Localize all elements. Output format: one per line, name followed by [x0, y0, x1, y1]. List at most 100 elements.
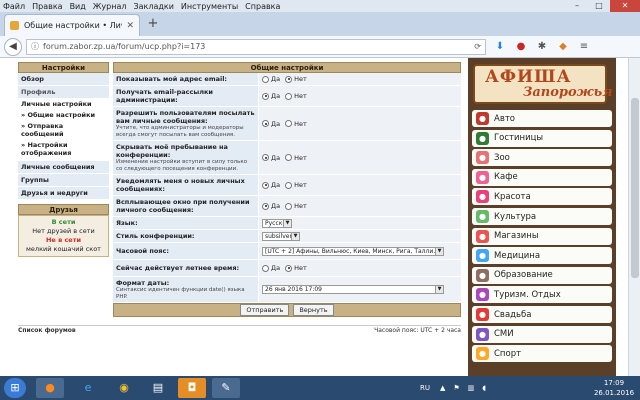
dst-yes-radio[interactable]: [262, 264, 269, 272]
heart-icon: ●: [476, 308, 489, 321]
radio-yes[interactable]: [262, 92, 269, 100]
menu-tools[interactable]: Инструменты: [181, 2, 238, 11]
reset-button[interactable]: Вернуть: [293, 304, 334, 316]
radio-no[interactable]: [285, 154, 293, 161]
date-format-label: Формат даты: Синтаксис идентичен функции …: [113, 277, 259, 302]
close-window-button[interactable]: ✕: [610, 0, 640, 12]
category-item[interactable]: ● Культура: [472, 208, 612, 225]
dst-no-radio[interactable]: [285, 264, 293, 272]
category-item[interactable]: ● Свадьба: [472, 306, 612, 323]
dst-label: Сейчас действует летнее время:: [113, 260, 259, 276]
setting-row: Уведомлять меня о новых личных сообщения…: [113, 175, 461, 196]
style-select[interactable]: subsilver2 ▼: [262, 231, 300, 241]
forum-index-link[interactable]: Список форумов: [18, 327, 76, 334]
style-row: Стиль конференции: subsilver2 ▼: [113, 230, 461, 243]
chrome-taskbar-icon[interactable]: ◉: [110, 378, 138, 398]
forum-footer: Список форумов Часовой пояс: UTC + 2 час…: [18, 325, 461, 334]
radio-no[interactable]: [285, 120, 293, 127]
scrollbar[interactable]: [628, 58, 640, 376]
back-button[interactable]: ◀: [4, 37, 22, 56]
category-item[interactable]: ● Магазины: [472, 227, 612, 245]
category-item[interactable]: ● Кафе: [472, 168, 612, 186]
category-item[interactable]: ● Зоо: [472, 149, 612, 167]
radio-yes[interactable]: [262, 202, 269, 210]
volume-icon[interactable]: ◖: [482, 384, 486, 392]
reload-icon[interactable]: ⟳: [474, 42, 481, 51]
sidebar-subitem-general[interactable]: » Общие настройки: [18, 110, 109, 121]
offline-friend-link[interactable]: мелкий кошачий скот: [21, 245, 106, 254]
category-item[interactable]: ● Красота: [472, 188, 612, 206]
extension-icon[interactable]: ✱: [535, 40, 549, 54]
category-item[interactable]: ● Туризм. Отдых: [472, 286, 612, 304]
sidebar-heading: Настройки: [18, 62, 109, 73]
flag-icon[interactable]: ⚑: [453, 384, 459, 392]
settings-panel: Общие настройки Показывать мой адрес ema…: [113, 62, 461, 317]
chevron-down-icon: ▼: [291, 232, 299, 240]
sidebar-item-personal[interactable]: Личные настройки: [18, 99, 109, 110]
start-button[interactable]: ⊞: [4, 378, 26, 398]
category-item[interactable]: ● СМИ: [472, 325, 612, 343]
timezone-label: Часовой пояс:: [113, 243, 259, 259]
date-format-select[interactable]: 26 янв 2016 17:09 ▼: [262, 285, 444, 294]
clock[interactable]: 17:09 26.01.2016: [590, 378, 638, 398]
radio-no[interactable]: [285, 75, 293, 83]
new-tab-button[interactable]: +: [145, 16, 161, 32]
sidebar-subitem-posting[interactable]: » Отправка сообщений: [18, 121, 109, 140]
category-item[interactable]: ● Образование: [472, 266, 612, 284]
menu-edit[interactable]: Правка: [32, 2, 62, 11]
afisha-logo[interactable]: АФИША Запорожья: [473, 64, 613, 104]
network-icon[interactable]: ▥: [468, 384, 475, 392]
close-tab-icon[interactable]: ✕: [126, 21, 134, 31]
app2-taskbar-icon[interactable]: ◘: [178, 378, 206, 398]
language-select[interactable]: Русский ▼: [262, 218, 292, 228]
ie-taskbar-icon[interactable]: e: [74, 378, 102, 398]
menu-bookmarks[interactable]: Закладки: [133, 2, 173, 11]
app-taskbar-icon[interactable]: ▤: [144, 378, 172, 398]
menu-history[interactable]: Журнал: [93, 2, 127, 11]
menu-file[interactable]: Файл: [3, 2, 25, 11]
clock-date: 26.01.2016: [593, 389, 635, 397]
firefox-taskbar-icon[interactable]: ●: [36, 378, 64, 398]
paint-taskbar-icon[interactable]: ✎: [212, 378, 240, 398]
navigation-bar: ◀ ⓘ forum.zabor.zp.ua/forum/ucp.php?i=17…: [0, 36, 640, 58]
timezone-row: Часовой пояс: [UTC + 2] Афины, Вильнюс, …: [113, 243, 461, 260]
puzzle-icon[interactable]: ◆: [556, 40, 570, 54]
radio-yes[interactable]: [262, 181, 269, 189]
cup-icon: ●: [476, 170, 489, 184]
setting-row: Скрывать моё пребывание на конференции: И…: [113, 141, 461, 175]
category-item[interactable]: ● Спорт: [472, 345, 612, 363]
setting-label: Разрешить пользователям посылать вам лич…: [113, 107, 259, 140]
scrollbar-thumb[interactable]: [631, 98, 639, 278]
radio-no[interactable]: [285, 92, 293, 100]
category-item[interactable]: ● Медицина: [472, 247, 612, 265]
menu-view[interactable]: Вид: [70, 2, 86, 11]
minimize-button[interactable]: –: [566, 0, 588, 12]
sidebar-item-pm[interactable]: Личные сообщения: [18, 161, 109, 174]
radio-yes[interactable]: [262, 154, 269, 161]
style-label: Стиль конференции:: [113, 230, 259, 242]
category-label: Медицина: [494, 250, 541, 261]
maximize-button[interactable]: □: [588, 0, 610, 12]
hamburger-menu-icon[interactable]: ≡: [577, 40, 591, 54]
browser-tab[interactable]: Общие настройки • Личн… ✕: [4, 14, 140, 36]
timezone-select[interactable]: [UTC + 2] Афины, Вильнюс, Киев, Минск, Р…: [262, 246, 444, 256]
sidebar-item-profile[interactable]: Профиль: [18, 86, 109, 99]
submit-button[interactable]: Отправить: [240, 304, 290, 316]
radio-no[interactable]: [285, 202, 293, 210]
menu-help[interactable]: Справка: [245, 2, 280, 11]
radio-no[interactable]: [285, 181, 293, 189]
tray-arrow-icon[interactable]: ▲: [440, 384, 445, 392]
form-buttons: Отправить Вернуть: [113, 303, 461, 317]
adblock-icon[interactable]: ●: [514, 40, 528, 54]
download-icon[interactable]: ⬇: [493, 40, 507, 54]
radio-yes[interactable]: [262, 75, 269, 83]
sidebar-item-groups[interactable]: Группы: [18, 174, 109, 187]
sidebar-subitem-display[interactable]: » Настройки отображения: [18, 140, 109, 159]
category-item[interactable]: ● Авто: [472, 110, 612, 127]
language-indicator[interactable]: RU: [420, 384, 430, 392]
radio-yes[interactable]: [262, 120, 269, 127]
address-bar[interactable]: ⓘ forum.zabor.zp.ua/forum/ucp.php?i=173 …: [26, 38, 486, 55]
sidebar-item-friends-foes[interactable]: Друзья и недруги: [18, 187, 109, 200]
category-item[interactable]: ● Гостиницы: [472, 129, 612, 147]
sidebar-item-overview[interactable]: Обзор: [18, 73, 109, 86]
